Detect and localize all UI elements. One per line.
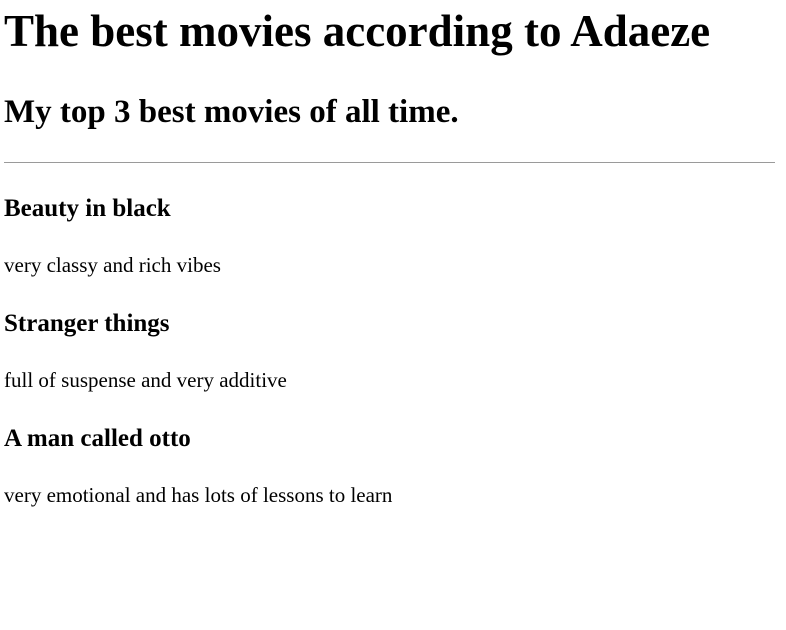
divider	[4, 162, 775, 163]
page-title: The best movies according to Adaeze	[4, 6, 711, 56]
page-subtitle: My top 3 best movies of all time.	[4, 94, 459, 130]
movie-description: very classy and rich vibes	[4, 253, 221, 277]
movie-item: Beauty in black very classy and rich vib…	[4, 194, 775, 278]
movie-item: Stranger things full of suspense and ver…	[4, 309, 775, 393]
movie-title: A man called otto	[4, 425, 191, 452]
movie-title: Beauty in black	[4, 195, 171, 222]
movie-title: Stranger things	[4, 310, 170, 337]
movie-description: full of suspense and very additive	[4, 368, 287, 392]
movie-description: very emotional and has lots of lessons t…	[4, 483, 393, 507]
page: The best movies according to Adaeze My t…	[0, 0, 786, 630]
movie-item: A man called otto very emotional and has…	[4, 424, 775, 508]
